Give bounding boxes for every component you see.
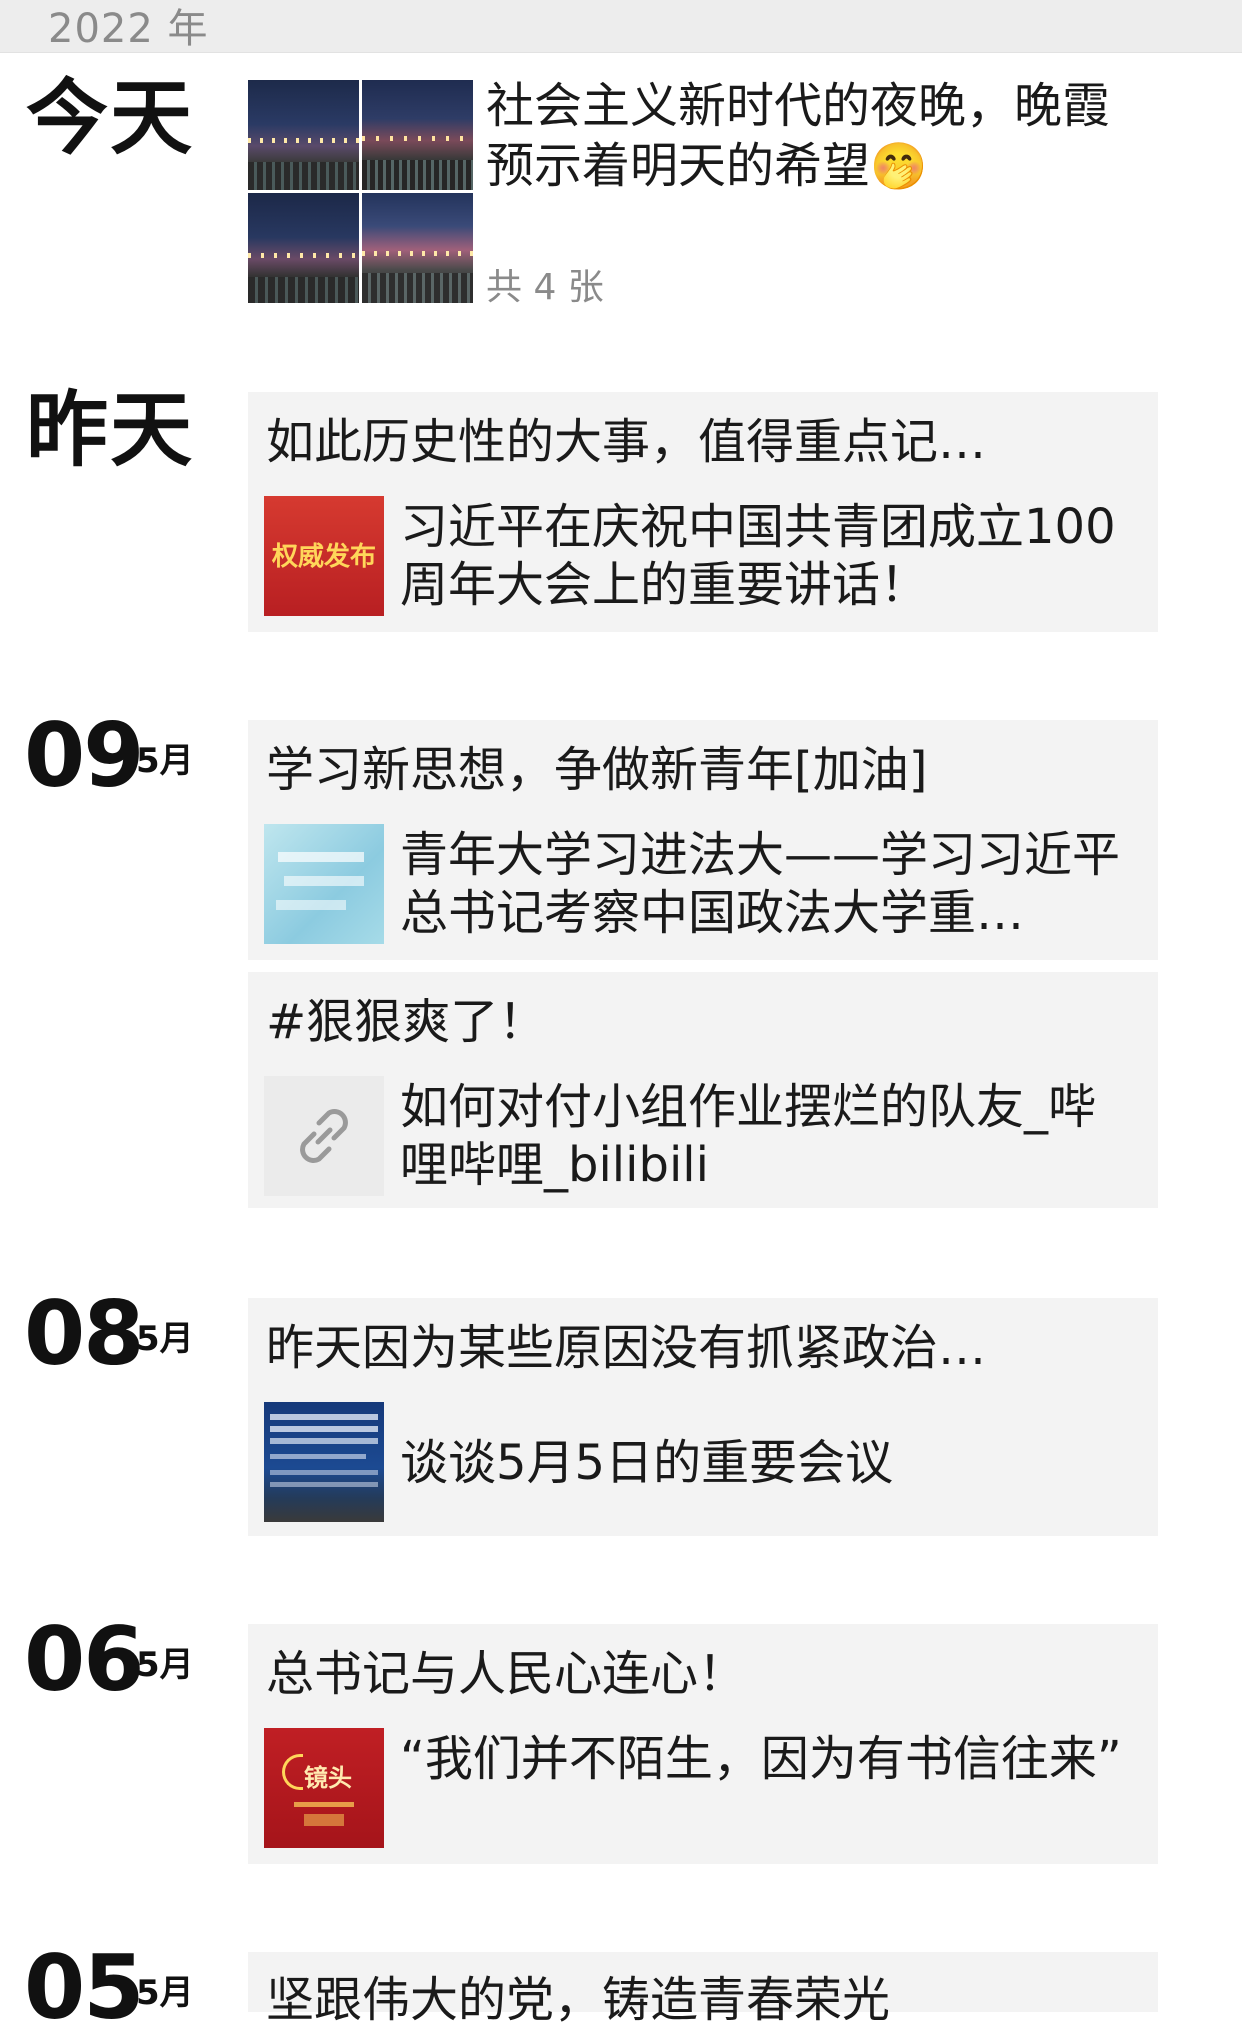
link-title: 如何对付小组作业摆烂的队友_哔哩哔哩_bilibili [400, 1079, 1097, 1193]
post-caption: 总书记与人民心连心！ [266, 1646, 747, 1702]
thumb-label: 镜头 [304, 1764, 352, 1792]
photo-thumb[interactable] [248, 193, 359, 303]
link-icon [300, 1109, 348, 1163]
post-card[interactable]: 昨天因为某些原因没有抓紧政治… 谈谈5月5日的重要会议 [248, 1298, 1158, 1536]
post-card[interactable]: 总书记与人民心连心！ 镜头 “我们并不陌生，因为有书信往来” [248, 1624, 1158, 1864]
link-thumbnail [264, 1402, 384, 1522]
link-title: 习近平在庆祝中国共青团成立100周年大会上的重要讲话！ [400, 499, 1116, 613]
link-title: “我们并不陌生，因为有书信往来” [400, 1731, 1122, 1787]
photo-count: 共 4 张 [486, 267, 604, 308]
link-thumbnail [264, 1076, 384, 1196]
year-header: 2022 年 [0, 0, 1242, 53]
photo-grid[interactable] [248, 80, 476, 305]
post-caption: 学习新思想，争做新青年[加油] [266, 742, 928, 798]
link-title: 谈谈5月5日的重要会议 [400, 1435, 894, 1491]
date-yesterday: 昨天 [26, 383, 195, 478]
post-caption: 坚跟伟大的党，铸造青春荣光 [266, 1972, 891, 2028]
post-card[interactable]: 坚跟伟大的党，铸造青春荣光 [248, 1952, 1158, 2028]
date-day: 05 [24, 1936, 144, 2039]
date-day: 08 [24, 1282, 144, 1385]
link-title: 青年大学习进法大——学习习近平总书记考察中国政法大学重… [400, 827, 1121, 941]
post-card[interactable]: #狠狠爽了！ 如何对付小组作业摆烂的队友_哔哩哔哩_bilibili [248, 972, 1158, 1208]
date-month: 5月 [136, 1319, 194, 1359]
moment-text-content: 社会主义新时代的夜晚，晚霞预示着明天的希望 [486, 78, 1111, 194]
date-day: 06 [24, 1608, 144, 1711]
date-month: 5月 [136, 741, 194, 781]
post-caption: 昨天因为某些原因没有抓紧政治… [266, 1320, 987, 1376]
thumb-label: 权威发布 [271, 542, 376, 572]
date-today: 今天 [26, 71, 195, 166]
date-day: 09 [24, 704, 144, 807]
link-thumbnail [264, 824, 384, 944]
photo-thumb[interactable] [248, 80, 359, 190]
date-month: 5月 [136, 1645, 194, 1685]
photo-thumb[interactable] [362, 80, 473, 190]
date-month: 5月 [136, 1973, 194, 2013]
emoji-icon: 🤭 [870, 139, 928, 193]
moment-text[interactable]: 社会主义新时代的夜晚，晚霞预示着明天的希望🤭 [486, 76, 1146, 196]
link-thumbnail: 镜头 [264, 1728, 384, 1848]
post-caption: 如此历史性的大事，值得重点记… [266, 414, 987, 470]
post-card[interactable]: 学习新思想，争做新青年[加油] 青年大学习进法大——学习习近平总书记考察中国政法… [248, 720, 1158, 960]
year-label: 2022 年 [48, 6, 209, 52]
photo-thumb[interactable] [362, 193, 473, 303]
post-card[interactable]: 如此历史性的大事，值得重点记… 权威发布 习近平在庆祝中国共青团成立100周年大… [248, 392, 1158, 632]
post-caption: #狠狠爽了！ [266, 994, 547, 1050]
link-thumbnail: 权威发布 [264, 496, 384, 616]
